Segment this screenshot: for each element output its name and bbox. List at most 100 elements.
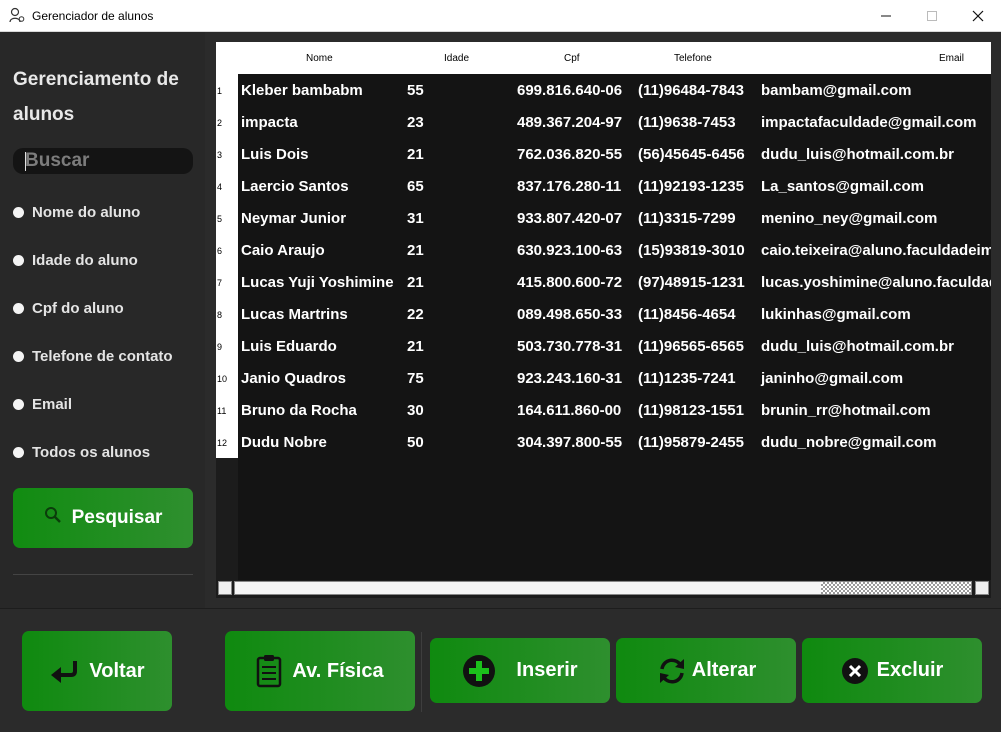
header-telefone[interactable]: Telefone [674, 53, 712, 64]
cell-email[interactable]: dudu_luis@hotmail.com.br [761, 146, 954, 163]
back-button[interactable]: Voltar [22, 631, 172, 711]
cell-telefone[interactable]: (11)98123-1551 [638, 402, 744, 419]
cell-nome[interactable]: Dudu Nobre [241, 434, 327, 451]
cell-idade[interactable]: 75 [407, 370, 424, 387]
cell-nome[interactable]: Lucas Yuji Yoshimine [241, 274, 394, 291]
cell-email[interactable]: impactafaculdade@gmail.com [761, 114, 977, 131]
cell-telefone[interactable]: (11)8456-4654 [638, 306, 736, 323]
row-number[interactable]: 8 [217, 310, 222, 320]
row-number[interactable]: 11 [217, 406, 226, 416]
minimize-button[interactable] [863, 0, 909, 31]
cell-idade[interactable]: 22 [407, 306, 424, 323]
delete-button[interactable]: Excluir [802, 638, 982, 703]
cell-nome[interactable]: Janio Quadros [241, 370, 346, 387]
cell-telefone[interactable]: (11)92193-1235 [638, 178, 744, 195]
cell-telefone[interactable]: (11)95879-2455 [638, 434, 744, 451]
cell-telefone[interactable]: (11)96484-7843 [638, 82, 744, 99]
header-idade[interactable]: Idade [444, 53, 469, 64]
header-nome[interactable]: Nome [306, 53, 333, 64]
filter-radio-telefone[interactable]: Telefone de contato [13, 348, 173, 365]
cell-cpf[interactable]: 837.176.280-11 [517, 178, 621, 195]
row-number[interactable]: 1 [217, 86, 222, 96]
row-number[interactable]: 6 [217, 246, 222, 256]
close-button[interactable] [955, 0, 1001, 31]
row-number[interactable]: 9 [217, 342, 222, 352]
filter-radio-idade[interactable]: Idade do aluno [13, 252, 138, 269]
cell-cpf[interactable]: 762.036.820-55 [517, 146, 622, 163]
cell-telefone[interactable]: (11)9638-7453 [638, 114, 736, 131]
horizontal-scrollbar[interactable] [216, 580, 991, 598]
scroll-right-arrow[interactable] [975, 581, 989, 595]
cell-cpf[interactable]: 630.923.100-63 [517, 242, 622, 259]
maximize-button[interactable] [909, 0, 955, 31]
scroll-thumb[interactable] [821, 582, 971, 594]
cell-cpf[interactable]: 489.367.204-97 [517, 114, 622, 131]
cell-email[interactable]: La_santos@gmail.com [761, 178, 924, 195]
cell-idade[interactable]: 30 [407, 402, 424, 419]
scroll-track[interactable] [234, 581, 972, 595]
cell-idade[interactable]: 50 [407, 434, 424, 451]
cell-idade[interactable]: 21 [407, 146, 424, 163]
cell-cpf[interactable]: 164.611.860-00 [517, 402, 621, 419]
cell-cpf[interactable]: 304.397.800-55 [517, 434, 622, 451]
update-button[interactable]: Alterar [616, 638, 796, 703]
cell-idade[interactable]: 65 [407, 178, 424, 195]
cell-idade[interactable]: 21 [407, 242, 424, 259]
cell-nome[interactable]: Luis Eduardo [241, 338, 337, 355]
cell-nome[interactable]: Lucas Martrins [241, 306, 348, 323]
row-number[interactable]: 12 [217, 438, 227, 448]
row-number[interactable]: 4 [217, 182, 222, 192]
cell-email[interactable]: lucas.yoshimine@aluno.faculdadeimpacta [761, 274, 991, 291]
scroll-left-arrow[interactable] [218, 581, 232, 595]
cell-email[interactable]: dudu_luis@hotmail.com.br [761, 338, 954, 355]
cell-email[interactable]: brunin_rr@hotmail.com [761, 402, 931, 419]
filter-radio-todos[interactable]: Todos os alunos [13, 444, 150, 461]
cell-cpf[interactable]: 415.800.600-72 [517, 274, 622, 291]
filter-radio-nome[interactable]: Nome do aluno [13, 204, 140, 221]
cell-nome[interactable]: Bruno da Rocha [241, 402, 357, 419]
header-email[interactable]: Email [939, 53, 964, 64]
cell-email[interactable]: caio.teixeira@aluno.faculdadeimpacta [761, 242, 991, 259]
cell-nome[interactable]: Luis Dois [241, 146, 309, 163]
cell-email[interactable]: dudu_nobre@gmail.com [761, 434, 936, 451]
cell-email[interactable]: lukinhas@gmail.com [761, 306, 911, 323]
cell-telefone[interactable]: (97)48915-1231 [638, 274, 745, 291]
cell-idade[interactable]: 31 [407, 210, 424, 227]
cell-telefone[interactable]: (11)3315-7299 [638, 210, 736, 227]
row-number[interactable]: 7 [217, 278, 222, 288]
row-number[interactable]: 2 [217, 118, 222, 128]
cell-nome[interactable]: Laercio Santos [241, 178, 349, 195]
insert-button[interactable]: Inserir [430, 638, 610, 703]
cell-idade[interactable]: 21 [407, 274, 424, 291]
row-number[interactable]: 10 [217, 374, 227, 384]
cell-idade[interactable]: 55 [407, 82, 424, 99]
cell-telefone[interactable]: (11)1235-7241 [638, 370, 736, 387]
header-cpf[interactable]: Cpf [564, 53, 580, 64]
cell-cpf[interactable]: 089.498.650-33 [517, 306, 622, 323]
cell-idade[interactable]: 21 [407, 338, 424, 355]
cell-nome[interactable]: Neymar Junior [241, 210, 346, 227]
row-number[interactable]: 5 [217, 214, 222, 224]
maximize-icon [927, 10, 937, 21]
physical-eval-button[interactable]: Av. Física [225, 631, 415, 711]
row-number[interactable]: 3 [217, 150, 222, 160]
filter-radio-cpf[interactable]: Cpf do aluno [13, 300, 124, 317]
cell-telefone[interactable]: (15)93819-3010 [638, 242, 745, 259]
cell-email[interactable]: bambam@gmail.com [761, 82, 912, 99]
cell-telefone[interactable]: (11)96565-6565 [638, 338, 744, 355]
cell-nome[interactable]: Caio Araujo [241, 242, 325, 259]
search-input[interactable] [13, 148, 193, 174]
cell-nome[interactable]: impacta [241, 114, 298, 131]
cell-cpf[interactable]: 699.816.640-06 [517, 82, 622, 99]
students-table[interactable]: Nome Idade Cpf Telefone Email 1234567891… [216, 42, 991, 598]
cell-idade[interactable]: 23 [407, 114, 424, 131]
cell-telefone[interactable]: (56)45645-6456 [638, 146, 745, 163]
cell-email[interactable]: janinho@gmail.com [761, 370, 903, 387]
cell-nome[interactable]: Kleber bambabm [241, 82, 363, 99]
filter-radio-email[interactable]: Email [13, 396, 72, 413]
search-button[interactable]: Pesquisar [13, 488, 193, 548]
cell-cpf[interactable]: 933.807.420-07 [517, 210, 622, 227]
cell-cpf[interactable]: 923.243.160-31 [517, 370, 622, 387]
cell-email[interactable]: menino_ney@gmail.com [761, 210, 937, 227]
cell-cpf[interactable]: 503.730.778-31 [517, 338, 622, 355]
